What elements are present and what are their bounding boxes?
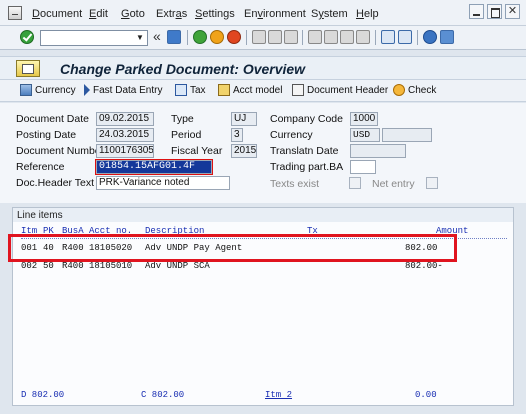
- cancel-icon[interactable]: [227, 30, 241, 44]
- row-itm: 002: [21, 261, 38, 271]
- debit-total: D 802.00: [21, 390, 65, 400]
- line-items-footer: D 802.00 C 802.00 Itm 2 0.00: [13, 390, 513, 402]
- next-page-icon[interactable]: [340, 30, 354, 44]
- balance: 0.00: [415, 390, 437, 400]
- currency-field[interactable]: USD: [350, 128, 380, 142]
- chevron-down-icon[interactable]: ▼: [133, 31, 147, 45]
- menu-bar: Document Edit Goto Extras Settings Envir…: [0, 0, 526, 26]
- period-label: Period: [171, 129, 202, 141]
- table-row[interactable]: 002 50 R400 18105010 Adv UNDP SCA 802.00…: [13, 261, 513, 273]
- acct-model-icon: [218, 84, 230, 96]
- net-entry-checkbox[interactable]: [426, 177, 438, 189]
- menu-document[interactable]: Document: [32, 8, 82, 20]
- find-next-icon[interactable]: [284, 30, 298, 44]
- title-bar: Change Parked Document: Overview: [0, 56, 526, 80]
- window-menu-icon[interactable]: [8, 6, 22, 20]
- standard-toolbar: ▼ «: [0, 26, 526, 50]
- new-session-icon[interactable]: [381, 30, 395, 44]
- document-number-field[interactable]: 1100176305: [96, 144, 154, 158]
- fast-entry-icon: [84, 84, 90, 96]
- row-acct: 18105010: [89, 261, 133, 271]
- print-icon[interactable]: [252, 30, 266, 44]
- toolbar-divider: [246, 30, 247, 45]
- document-header-icon: [292, 84, 304, 96]
- maximize-icon[interactable]: [487, 4, 502, 19]
- line-items-caption: Line items: [13, 208, 513, 222]
- doc-header-text-label: Doc.Header Text: [16, 177, 95, 189]
- menu-extras[interactable]: Extras: [156, 8, 187, 20]
- currency-button[interactable]: Currency: [20, 84, 76, 96]
- menu-goto[interactable]: Goto: [121, 8, 145, 20]
- menu-settings[interactable]: Settings: [195, 8, 235, 20]
- translatn-date-label: Translatn Date: [270, 145, 339, 157]
- menu-environment[interactable]: Environment: [244, 8, 306, 20]
- reference-field[interactable]: 01854.15AFG01.4F: [95, 159, 213, 175]
- period-field[interactable]: 3: [231, 128, 243, 142]
- last-page-icon[interactable]: [356, 30, 370, 44]
- type-label: Type: [171, 113, 194, 125]
- row-amount: 802.00-: [405, 261, 443, 271]
- check-icon: [393, 84, 405, 96]
- minimize-icon[interactable]: [469, 4, 484, 19]
- company-code-label: Company Code: [270, 113, 343, 125]
- type-field[interactable]: UJ: [231, 112, 257, 126]
- currency-label: Currency: [270, 129, 313, 141]
- document-logo-icon: [16, 60, 40, 77]
- command-field[interactable]: ▼: [40, 30, 148, 46]
- shortcut-icon[interactable]: [398, 30, 412, 44]
- row-description: Adv UNDP SCA: [145, 261, 210, 271]
- trading-part-field[interactable]: [350, 160, 376, 174]
- document-header-button[interactable]: Document Header: [292, 84, 388, 96]
- tax-button[interactable]: Tax: [175, 84, 206, 96]
- toolbar-divider: [417, 30, 418, 45]
- enter-check-icon[interactable]: [20, 30, 34, 44]
- toolbar-divider: [302, 30, 303, 45]
- document-header-area: Document Date 09.02.2015 Type UJ Company…: [0, 103, 526, 203]
- highlight-annotation-box: [8, 234, 457, 262]
- application-toolbar: Currency Fast Data Entry Tax Acct model …: [0, 80, 526, 102]
- translatn-date-field[interactable]: [350, 144, 406, 158]
- layout-menu-icon[interactable]: [440, 30, 454, 44]
- toolbar-divider: [187, 30, 188, 45]
- first-page-icon[interactable]: [308, 30, 322, 44]
- document-date-field[interactable]: 09.02.2015: [96, 112, 154, 126]
- document-date-label: Document Date: [16, 113, 89, 125]
- reference-label: Reference: [16, 161, 65, 173]
- posting-date-field[interactable]: 24.03.2015: [96, 128, 154, 142]
- help-icon[interactable]: [423, 30, 437, 44]
- menu-help[interactable]: Help: [356, 8, 379, 20]
- close-icon[interactable]: ✕: [505, 4, 520, 19]
- collapse-command-icon[interactable]: «: [153, 28, 161, 44]
- posting-date-label: Posting Date: [16, 129, 77, 141]
- back-icon[interactable]: [193, 30, 207, 44]
- company-code-field[interactable]: 1000: [350, 112, 378, 126]
- texts-exist-label: Texts exist: [270, 178, 320, 190]
- save-icon[interactable]: [167, 30, 181, 44]
- fast-data-entry-button[interactable]: Fast Data Entry: [84, 84, 162, 96]
- exit-icon[interactable]: [210, 30, 224, 44]
- net-entry-label: Net entry: [372, 178, 415, 190]
- menu-edit[interactable]: Edit: [89, 8, 108, 20]
- document-number-label: Document Number: [16, 145, 105, 157]
- doc-header-text-field[interactable]: PRK-Variance noted: [96, 176, 230, 190]
- toolbar-divider: [375, 30, 376, 45]
- page-title: Change Parked Document: Overview: [60, 61, 306, 77]
- window-controls: ✕: [469, 4, 520, 19]
- currency-icon: [20, 84, 32, 96]
- previous-page-icon[interactable]: [324, 30, 338, 44]
- menu-system[interactable]: System: [311, 8, 348, 20]
- row-busa: R400: [62, 261, 84, 271]
- item-count[interactable]: Itm 2: [265, 390, 292, 400]
- acct-model-button[interactable]: Acct model: [218, 84, 282, 96]
- fiscal-year-field[interactable]: 2015: [231, 144, 257, 158]
- trading-part-label: Trading part.BA: [270, 161, 344, 173]
- fiscal-year-label: Fiscal Year: [171, 145, 223, 157]
- info-icon: [175, 84, 187, 96]
- check-button[interactable]: Check: [393, 84, 436, 96]
- currency-extra-field: [382, 128, 432, 142]
- credit-total: C 802.00: [141, 390, 185, 400]
- texts-exist-checkbox[interactable]: [349, 177, 361, 189]
- find-icon[interactable]: [268, 30, 282, 44]
- row-pk: 50: [43, 261, 54, 271]
